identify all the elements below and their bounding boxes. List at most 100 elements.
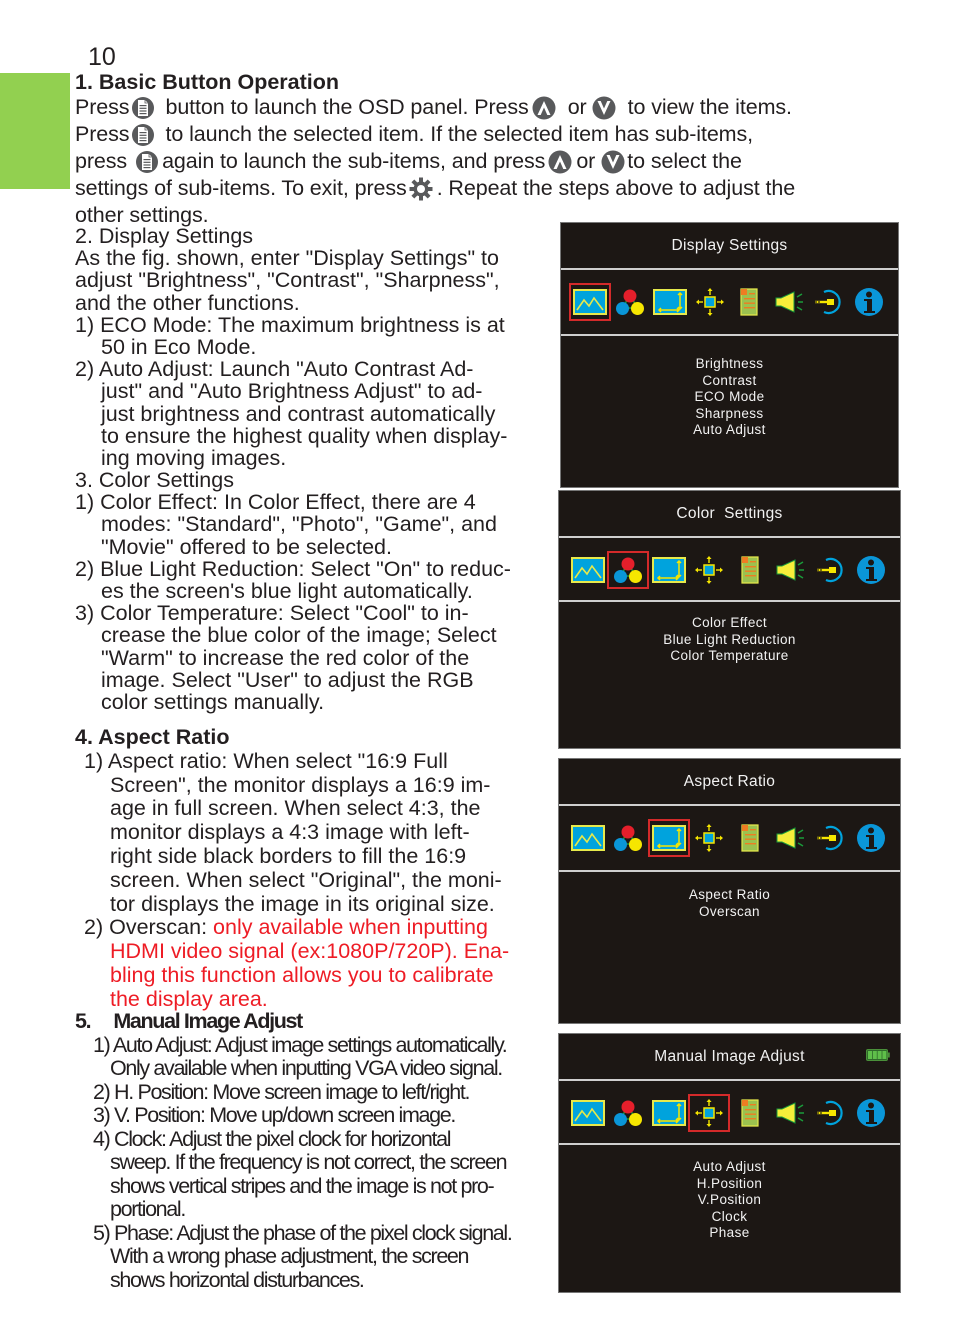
image-position-icon[interactable]	[692, 823, 726, 853]
section4-heading: 4. Aspect Ratio	[75, 725, 230, 749]
osd-color-settings-panel: Color Settings Color Effect Blue Light Red…	[558, 490, 901, 749]
osd-divider	[559, 1079, 900, 1081]
section2-intro-3: and the other functions.	[75, 290, 300, 315]
picture-icon[interactable]	[571, 1098, 605, 1128]
osd-menu-item[interactable]: Overscan	[559, 904, 900, 921]
page-number: 10	[88, 43, 116, 71]
osd-aspect-ratio-panel: Aspect Ratio Aspect Ratio Overscan	[558, 758, 901, 1024]
aspect-ratio-icon[interactable]	[652, 555, 686, 585]
osd-menu-item[interactable]: Auto Adjust	[559, 1159, 900, 1176]
down-button-icon	[601, 150, 625, 174]
section3-heading: 3. Color Settings	[75, 468, 234, 492]
input-source-icon[interactable]	[812, 287, 846, 317]
osd-menu-item[interactable]: Color Effect	[559, 615, 900, 632]
aspect-ratio-icon[interactable]	[652, 1098, 686, 1128]
section1-line3: press again to launch the sub-items, and …	[75, 149, 742, 174]
osd-title: Display Settings	[671, 236, 788, 254]
audio-speaker-icon[interactable]	[772, 287, 806, 317]
section3: 3. Color Settings 1) Color Effect: In Co…	[75, 469, 511, 713]
manual-auto-adjust-item: 1) Auto Adjust: Adjust image settings au…	[93, 1032, 508, 1080]
section1-line4: settings of sub-items. To exit, press. R…	[75, 176, 796, 201]
eco-mode-item: 1) ECO Mode: The maximum brightness is a…	[75, 312, 505, 360]
color-effect-item: 1) Color Effect: In Color Effect, there …	[75, 490, 497, 559]
color-icon[interactable]	[613, 287, 647, 317]
battery-full-icon	[866, 1049, 890, 1061]
osd-icon-bar	[559, 1082, 900, 1146]
osd-menu-item[interactable]: Contrast	[561, 373, 898, 390]
information-icon[interactable]	[852, 287, 886, 317]
osd-menu-item[interactable]: Brightness	[561, 356, 898, 373]
section1-line1: Press button to launch the OSD panel. Pre…	[75, 95, 792, 120]
osd-menu-item[interactable]: ECO Mode	[561, 389, 898, 406]
section1-heading: 1. Basic Button Operation	[75, 70, 340, 94]
osd-divider	[559, 804, 900, 806]
section5: 5. Manual Image Adjust 1) Auto Adjust: A…	[75, 1009, 513, 1292]
osd-icon-bar	[559, 539, 900, 603]
color-icon[interactable]	[611, 823, 645, 853]
picture-icon[interactable]	[571, 823, 605, 853]
information-icon[interactable]	[854, 555, 888, 585]
section5-heading: 5. Manual Image Adjust	[75, 1009, 303, 1033]
gear-icon	[409, 177, 433, 201]
osd-display-settings-panel: Display Settings Brightness Contrast ECO Mo…	[560, 222, 899, 488]
osd-document-icon[interactable]	[732, 287, 766, 317]
audio-speaker-icon[interactable]	[773, 823, 807, 853]
section1-line2: Press to launch the selected item. If the…	[75, 122, 754, 147]
osd-divider	[559, 536, 900, 538]
osd-document-icon[interactable]	[733, 823, 767, 853]
section2: 2. Display Settings As the fig. shown, e…	[75, 225, 507, 469]
input-source-icon[interactable]	[814, 1098, 848, 1128]
menu-button-icon	[131, 123, 155, 147]
down-button-icon	[592, 96, 616, 120]
color-icon[interactable]	[607, 551, 650, 589]
chapter-tab	[0, 73, 70, 189]
information-icon[interactable]	[854, 823, 888, 853]
information-icon[interactable]	[854, 1098, 888, 1128]
osd-menu-item[interactable]: Color Temperature	[559, 648, 900, 665]
v-position-item: 3) V. Position: Move up/down screen imag…	[93, 1103, 456, 1127]
h-position-item: 2) H. Position: Move screen image to lef…	[93, 1079, 470, 1104]
aspect-ratio-icon[interactable]	[647, 819, 690, 857]
audio-speaker-icon[interactable]	[773, 1098, 807, 1128]
up-button-icon	[548, 150, 572, 174]
color-temperature-item: 3) Color Temperature: Select "Cool" to i…	[75, 601, 497, 715]
section2-intro-2: adjust "Brightness", "Contrast", "Sharpn…	[75, 268, 500, 293]
osd-document-icon[interactable]	[733, 1098, 767, 1128]
input-source-icon[interactable]	[814, 823, 848, 853]
osd-menu-item[interactable]: Clock	[559, 1209, 900, 1226]
osd-document-icon[interactable]	[733, 555, 767, 585]
osd-icon-bar	[561, 271, 898, 335]
aspect-ratio-icon[interactable]	[653, 287, 687, 317]
clock-item: 4) Clock: Adjust the pixel clock for hor…	[93, 1126, 508, 1221]
osd-icon-bar	[559, 807, 900, 871]
up-button-icon	[532, 96, 556, 120]
osd-title: Aspect Ratio	[683, 772, 776, 790]
blue-light-item: 2) Blue Light Reduction: Select "On" to …	[75, 556, 511, 604]
osd-menu-item[interactable]: Phase	[559, 1225, 900, 1242]
picture-icon[interactable]	[571, 555, 605, 585]
aspect-ratio-item: 1) Aspect ratio: When select "16:9 Full …	[84, 748, 502, 916]
image-position-icon[interactable]	[688, 1094, 731, 1132]
auto-adjust-item: 2) Auto Adjust: Launch "Auto Contrast Ad…	[75, 357, 508, 471]
color-icon[interactable]	[611, 1098, 645, 1128]
osd-menu-list: Aspect Ratio Overscan	[559, 887, 900, 920]
input-source-icon[interactable]	[814, 555, 848, 585]
osd-menu-item[interactable]: H.Position	[559, 1176, 900, 1193]
osd-menu-list: Color Effect Blue Light Reduction Color Te…	[559, 615, 900, 665]
osd-menu-item[interactable]: Aspect Ratio	[559, 887, 900, 904]
osd-menu-item[interactable]: Blue Light Reduction	[559, 632, 900, 649]
osd-title: Color Settings	[676, 504, 783, 522]
image-position-icon[interactable]	[693, 287, 727, 317]
overscan-item: 2) Overscan: only available when inputti…	[84, 915, 510, 1011]
section2-heading: 2. Display Settings	[75, 224, 254, 248]
osd-menu-item[interactable]: Auto Adjust	[561, 422, 898, 439]
audio-speaker-icon[interactable]	[773, 555, 807, 585]
image-position-icon[interactable]	[692, 555, 726, 585]
osd-menu-list: Brightness Contrast ECO Mode Sharpness Auto …	[561, 356, 898, 439]
menu-button-icon	[131, 96, 155, 120]
picture-icon[interactable]	[569, 283, 611, 321]
menu-button-icon	[135, 150, 159, 174]
osd-menu-item[interactable]: V.Position	[559, 1192, 900, 1209]
osd-menu-item[interactable]: Sharpness	[561, 406, 898, 423]
osd-divider	[561, 268, 898, 270]
